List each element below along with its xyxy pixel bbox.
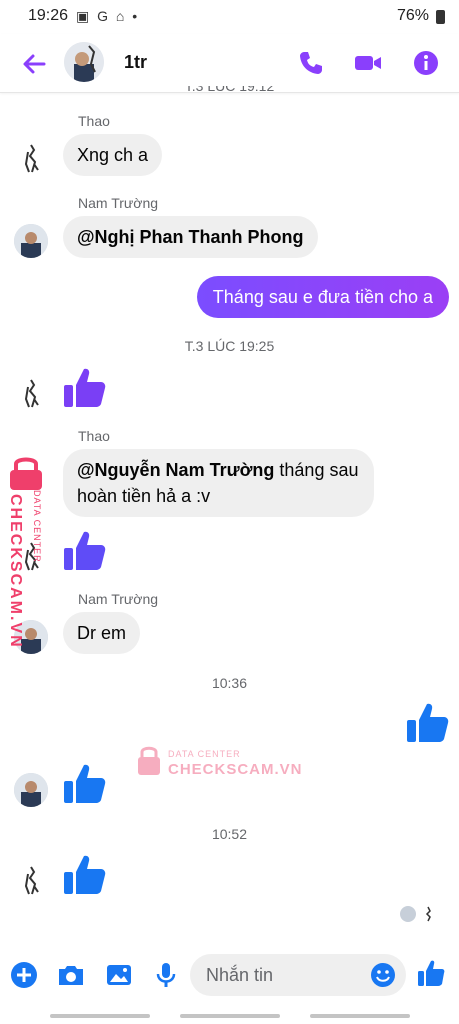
avatar-thao[interactable] <box>14 864 48 898</box>
nav-bar-segment <box>180 1014 280 1018</box>
avatar-thao-image <box>24 379 39 408</box>
like-thumb-icon[interactable] <box>61 761 107 807</box>
watermark-side-main: CHECKSCAM.VN <box>7 494 24 649</box>
status-bar: 19:26 ▣ G ⌂ • 76% <box>0 0 459 34</box>
message-bubble-incoming[interactable]: Xng ch a <box>63 134 163 176</box>
chat-title[interactable]: 1tr <box>124 52 147 73</box>
message-bubble-outgoing[interactable]: Tháng sau e đưa tiền cho a <box>196 276 449 318</box>
message-bubble-incoming[interactable]: @Nguyễn Nam Trường tháng sau hoàn tiền h… <box>63 449 374 517</box>
info-icon[interactable] <box>411 48 441 78</box>
battery-icon <box>436 10 445 24</box>
message-text: Xng ch a <box>77 145 149 165</box>
back-arrow-icon[interactable] <box>20 50 48 78</box>
like-thumb-icon[interactable] <box>61 365 107 411</box>
mention-text[interactable]: @Nghị Phan Thanh Phong <box>77 227 304 247</box>
avatar-thao[interactable] <box>14 142 48 176</box>
message-text: Tháng sau e đưa tiền cho a <box>212 287 433 307</box>
timestamp: 10:36 <box>211 675 248 691</box>
composer-bar: Nhắn tin <box>0 950 459 1008</box>
status-time: 19:26 <box>28 7 69 24</box>
seen-avatar-thao <box>420 906 436 922</box>
watermark-side-top: DATA CENTER <box>32 490 42 563</box>
message-text: Dr em <box>77 623 126 643</box>
avatar-thao[interactable] <box>14 377 48 411</box>
watermark-main: CHECKSCAM.VN <box>168 761 303 778</box>
timestamp: 10:52 <box>211 826 248 842</box>
emoji-icon[interactable] <box>370 962 396 988</box>
avatar-nam-image <box>14 224 48 258</box>
camera-icon[interactable] <box>56 960 86 990</box>
avatar-nam[interactable] <box>14 773 48 807</box>
notification-icons: ▣ G ⌂ • <box>76 8 140 24</box>
watermark-side: CHECKSCAM.VN DATA CENTER <box>2 455 42 655</box>
message-input-placeholder: Nhắn tin <box>206 965 274 985</box>
message-input[interactable]: Nhắn tin <box>190 954 406 996</box>
mention-text[interactable]: @Nguyễn Nam Trường <box>77 460 274 480</box>
nav-bar-segment <box>310 1014 410 1018</box>
phone-icon[interactable] <box>296 48 326 78</box>
group-avatar[interactable] <box>64 42 104 82</box>
message-bubble-incoming[interactable]: Dr em <box>63 612 140 654</box>
video-call-icon[interactable] <box>353 48 383 78</box>
avatar-thao-image <box>24 866 39 895</box>
gallery-icon[interactable] <box>104 960 134 990</box>
like-thumb-icon[interactable] <box>404 700 450 746</box>
group-avatar-image <box>64 42 104 82</box>
seen-avatar-nam <box>400 906 416 922</box>
avatar-nam[interactable] <box>14 224 48 258</box>
nav-bar-segment <box>50 1014 150 1018</box>
like-button-icon[interactable] <box>416 958 446 988</box>
sender-name: Nam Trường <box>78 195 159 211</box>
avatar-thao-image <box>24 144 39 173</box>
message-bubble-incoming[interactable]: @Nghị Phan Thanh Phong <box>63 216 318 258</box>
like-thumb-icon[interactable] <box>61 528 107 574</box>
plus-icon[interactable] <box>9 960 39 990</box>
battery-level: 76% <box>396 7 429 24</box>
lock-icon <box>138 746 160 775</box>
lock-icon <box>10 457 42 490</box>
like-thumb-icon[interactable] <box>61 852 107 898</box>
watermark-top: DATA CENTER <box>168 749 241 759</box>
timestamp: T.3 LÚC 19:25 <box>184 338 275 354</box>
timestamp-cut: T.3 LÚC 19:12 <box>0 86 459 94</box>
chat-header: 1tr <box>0 34 459 93</box>
sender-name: Nam Trường <box>78 591 159 607</box>
seen-avatar-thao-image <box>425 906 431 922</box>
watermark: DATA CENTER CHECKSCAM.VN <box>136 743 302 779</box>
microphone-icon[interactable] <box>151 960 181 990</box>
avatar-nam-image <box>14 773 48 807</box>
sender-name: Thao <box>78 428 110 444</box>
timestamp-cut-text: T.3 LÚC 19:12 <box>184 86 275 94</box>
sender-name: Thao <box>78 113 110 129</box>
